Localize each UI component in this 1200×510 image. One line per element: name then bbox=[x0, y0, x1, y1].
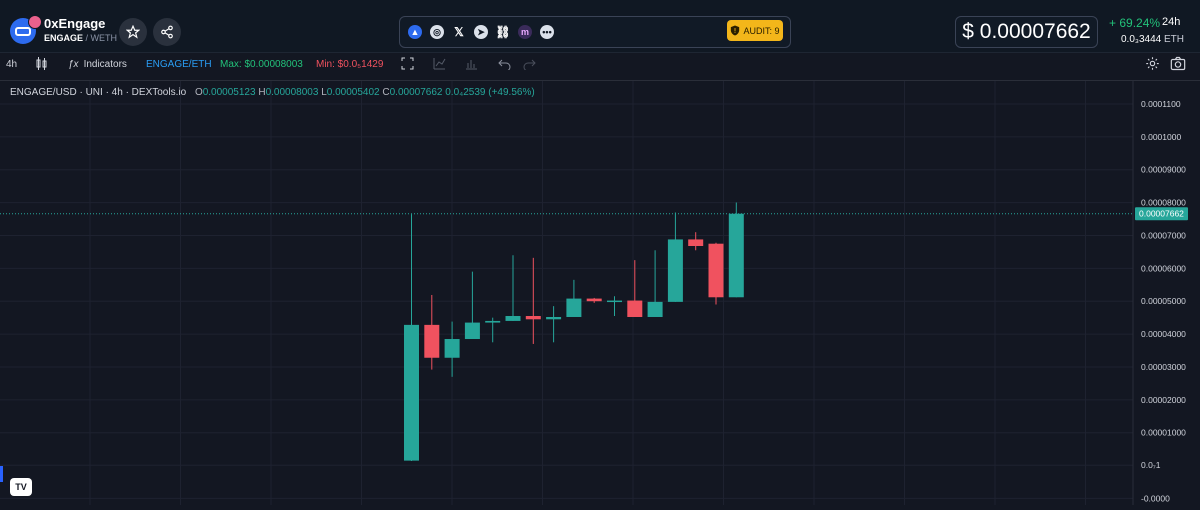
compare-icon bbox=[433, 58, 446, 70]
candle-down bbox=[525, 316, 541, 320]
audit-badge[interactable]: AUDIT: 9 bbox=[727, 20, 783, 41]
price-eth: 0.0₃3444 bbox=[1121, 34, 1162, 45]
last-price-label: 0.00007662 bbox=[1139, 209, 1184, 219]
gear-icon bbox=[1146, 57, 1159, 70]
tradingview-logo-icon[interactable]: TV bbox=[10, 478, 32, 496]
m-icon[interactable]: m bbox=[518, 25, 532, 39]
change-period: 24h bbox=[1162, 16, 1181, 28]
left-edge-marker bbox=[0, 466, 3, 482]
token-name: 0xEngage bbox=[44, 16, 106, 31]
candle-up bbox=[546, 316, 562, 320]
y-axis-tick-label: 0.00001000 bbox=[1141, 428, 1186, 438]
shield-icon bbox=[731, 25, 740, 36]
candle-up bbox=[485, 320, 501, 323]
chain-badge-icon bbox=[28, 15, 42, 29]
screenshot-chart-button[interactable] bbox=[465, 57, 478, 73]
legend-close-value: 0.00007662 bbox=[389, 87, 443, 98]
y-axis-tick-label: 0.0₇1 bbox=[1141, 460, 1161, 470]
min-price-label: Min: $0.0₅1429 bbox=[316, 59, 384, 70]
candle-down bbox=[586, 298, 602, 302]
candle-up bbox=[566, 298, 582, 317]
y-axis-tick-label: 0.0001100 bbox=[1141, 99, 1181, 109]
legend-high-key: H bbox=[258, 87, 266, 98]
legend-open-value: 0.00005123 bbox=[202, 87, 256, 98]
share-icon bbox=[161, 25, 173, 39]
eth-unit: ETH bbox=[1164, 34, 1184, 45]
timeframe-button[interactable]: 4h bbox=[6, 59, 17, 70]
legend-open-key: O bbox=[194, 87, 203, 98]
candlestick-chart[interactable]: 0.00011000.00010000.000090000.000080000.… bbox=[0, 81, 1200, 505]
fullscreen-icon bbox=[401, 57, 414, 70]
candle-down bbox=[424, 324, 440, 358]
y-axis-tick-label: -0.0000 bbox=[1141, 493, 1170, 503]
audit-label: AUDIT: 9 bbox=[743, 25, 780, 36]
chart-toolbar: 4h ƒx Indicators ENGAGE/ETH Max: $0.00008… bbox=[0, 53, 1200, 77]
candle-type-button[interactable] bbox=[36, 57, 48, 74]
candle-down bbox=[708, 243, 724, 298]
share-button[interactable] bbox=[153, 18, 181, 46]
candle-up bbox=[728, 213, 744, 298]
candles-icon bbox=[36, 57, 47, 70]
undo-icon bbox=[498, 59, 511, 72]
snapshot-button[interactable] bbox=[1170, 56, 1186, 74]
y-axis-tick-label: 0.00003000 bbox=[1141, 362, 1186, 372]
link-icon[interactable]: ⛓ bbox=[495, 25, 510, 39]
chart-icon[interactable]: ▲ bbox=[408, 25, 422, 39]
candle-up bbox=[647, 301, 663, 317]
chart-panel: 0.0001100 0.0001000 0.00009000 0.00008000 0.… bbox=[0, 80, 1200, 505]
y-axis-tick-label: 0.00007000 bbox=[1141, 230, 1186, 240]
indicators-button[interactable]: ƒx Indicators bbox=[68, 59, 127, 70]
token-pair: ENGAGE / WETH bbox=[44, 33, 117, 43]
x-icon[interactable]: 𝕏 bbox=[452, 25, 466, 39]
candle-up bbox=[404, 324, 419, 461]
y-axis-tick-label: 0.0001000 bbox=[1141, 132, 1181, 142]
candle-down bbox=[627, 300, 643, 317]
legend-close-key: C bbox=[382, 87, 390, 98]
y-axis-tick-label: 0.00005000 bbox=[1141, 296, 1186, 306]
more-icon[interactable]: ••• bbox=[540, 25, 554, 39]
base-symbol: ENGAGE bbox=[44, 33, 84, 43]
legend-low-value: 0.00005402 bbox=[326, 87, 380, 98]
undo-button[interactable] bbox=[498, 57, 511, 73]
compare-button[interactable] bbox=[433, 57, 446, 73]
globe-icon[interactable]: ◎ bbox=[430, 25, 444, 39]
camera-icon bbox=[1170, 56, 1186, 71]
candle-up bbox=[464, 322, 480, 340]
legend-symbol: ENGAGE/USD · UNI · 4h · DEXTools.io bbox=[10, 87, 187, 98]
ohlc-legend: ENGAGE/USD · UNI · 4h · DEXTools.io O0.0… bbox=[10, 87, 535, 98]
pair-toggle-button[interactable]: ENGAGE/ETH bbox=[146, 59, 212, 70]
settings-button[interactable] bbox=[1145, 56, 1160, 74]
candle-up bbox=[667, 239, 683, 302]
candle-up bbox=[444, 339, 460, 358]
legend-change: 0.0₄2539 (+49.56%) bbox=[445, 87, 535, 98]
legend-high-value: 0.00008003 bbox=[265, 87, 319, 98]
max-price-label: Max: $0.00008003 bbox=[220, 59, 303, 70]
redo-icon bbox=[523, 59, 536, 72]
candle-up bbox=[505, 316, 521, 321]
pair-separator: / bbox=[83, 33, 91, 43]
y-axis-tick-label: 0.00009000 bbox=[1141, 165, 1186, 175]
telegram-icon[interactable]: ➤ bbox=[474, 25, 488, 39]
fullscreen-button[interactable] bbox=[401, 57, 414, 73]
y-axis-tick-label: 0.00004000 bbox=[1141, 329, 1186, 339]
favorite-button[interactable] bbox=[119, 18, 147, 46]
top-bar: 0xEngage ENGAGE / WETH ▲ ◎ 𝕏 ➤ ⛓ m ••• A… bbox=[0, 0, 1200, 53]
fx-icon: ƒx bbox=[68, 59, 79, 70]
y-axis-tick-label: 0.00008000 bbox=[1141, 198, 1186, 208]
star-icon bbox=[126, 25, 140, 39]
candle-down bbox=[688, 239, 704, 246]
quote-symbol: WETH bbox=[90, 33, 118, 43]
candle-up bbox=[607, 300, 622, 303]
indicators-label: Indicators bbox=[83, 59, 127, 70]
price-display: $ 0.00007662 bbox=[955, 16, 1098, 48]
y-axis-tick-label: 0.00002000 bbox=[1141, 395, 1186, 405]
redo-button[interactable] bbox=[523, 57, 536, 73]
price-change-24h: + 69.24% bbox=[1109, 16, 1161, 30]
bar-chart-icon bbox=[466, 60, 477, 70]
y-axis-tick-label: 0.00006000 bbox=[1141, 263, 1186, 273]
